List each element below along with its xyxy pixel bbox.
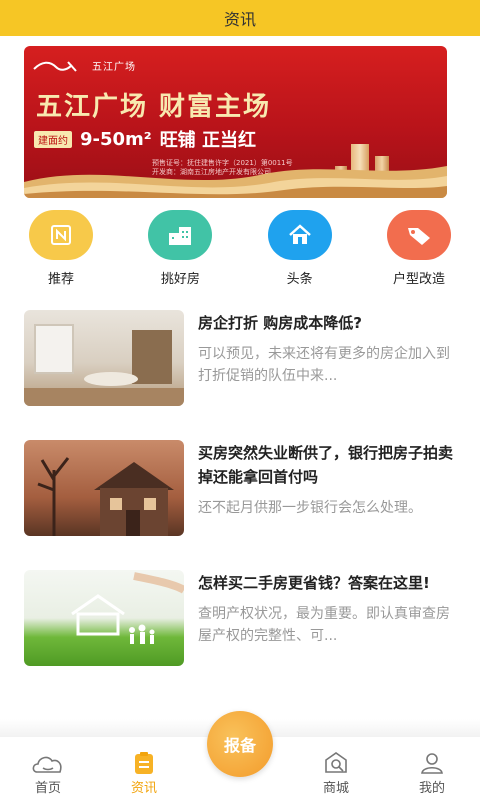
recommend-icon xyxy=(51,225,71,245)
brand-logo-icon xyxy=(33,60,77,72)
banner-brand-text: 五江广场 xyxy=(92,62,136,73)
banner-subline: 建面约 9-50m² 旺铺 正当红 xyxy=(34,126,256,152)
news-item[interactable]: 房企打折 购房成本降低? 可以预见，未来还将有更多的房企加入到打折促销的队伍中来… xyxy=(24,310,456,440)
category-layout-renovation-circle xyxy=(386,210,451,260)
news-item[interactable]: 买房突然失业断供了，银行把房子拍卖掉还能拿回首付吗 还不起月供那一步银行会怎么处… xyxy=(24,440,456,570)
house-illustration xyxy=(37,457,174,536)
news-summary: 还不起月供那一步银行会怎么处理。 xyxy=(198,500,422,516)
category-recommend-circle xyxy=(29,210,93,260)
house-building-icon xyxy=(169,227,192,245)
category-recommend-label: 推荐 xyxy=(47,272,74,287)
banner-headline: 五江广场 财富主场 xyxy=(36,92,272,122)
family-house-illustration xyxy=(71,572,184,644)
window-shape xyxy=(34,324,74,374)
header-bar: 资讯 xyxy=(0,0,480,36)
news-summary: 可以预见，未来还将有更多的房企加入到打折促销的队伍中来... xyxy=(198,346,450,384)
floor-shape xyxy=(24,388,184,406)
category-pick-house[interactable]: 挑好房 xyxy=(135,210,225,287)
bottom-nav: 首页 资讯 商城 我的 报备 xyxy=(0,711,480,800)
nav-mall[interactable]: 商城 xyxy=(296,751,376,796)
page-title: 资讯 xyxy=(223,10,256,29)
category-headlines-circle xyxy=(267,210,332,260)
news-title: 房企打折 购房成本降低? xyxy=(198,314,362,332)
news-content: 怎样买二手房更省钱？答案在这里! 查明产权状况，最为重要。即认真审查房屋产权的完… xyxy=(198,570,456,700)
news-thumbnail-interior xyxy=(24,310,184,406)
nav-mine[interactable]: 我的 xyxy=(392,751,472,796)
category-headlines[interactable]: 头条 xyxy=(255,210,345,287)
banner-ribbon-decoration xyxy=(24,166,447,198)
news-content: 买房突然失业断供了，银行把房子拍卖掉还能拿回首付吗 还不起月供那一步银行会怎么处… xyxy=(198,440,456,570)
shelf-shape xyxy=(132,330,172,384)
banner-area-label: 建面约 xyxy=(34,130,72,148)
news-summary: 查明产权状况，最为重要。即认真审查房屋产权的完整性、可... xyxy=(198,606,450,644)
report-button[interactable]: 报备 xyxy=(207,711,273,777)
nav-news-label: 资讯 xyxy=(130,781,157,796)
nav-mine-label: 我的 xyxy=(418,781,445,796)
nav-home-label: 首页 xyxy=(34,781,61,796)
nav-home[interactable]: 首页 xyxy=(8,753,88,796)
home-icon xyxy=(288,224,311,244)
news-title: 买房突然失业断供了，银行把房子拍卖掉还能拿回首付吗 xyxy=(198,444,454,486)
table-shape xyxy=(84,372,138,386)
category-layout-renovation-label: 户型改造 xyxy=(392,272,445,287)
user-icon xyxy=(421,753,443,774)
category-recommend[interactable]: 推荐 xyxy=(16,210,106,287)
news-clipboard-icon xyxy=(135,752,153,774)
nav-mall-label: 商城 xyxy=(322,781,349,796)
category-pick-house-circle xyxy=(148,210,213,260)
nav-news[interactable]: 资讯 xyxy=(104,751,184,796)
news-content: 房企打折 购房成本降低? 可以预见，未来还将有更多的房企加入到打折促销的队伍中来… xyxy=(198,310,456,440)
promo-banner[interactable]: 五江广场 五江广场 财富主场 建面约 9-50m² 旺铺 正当红 预售证号：抚住… xyxy=(24,46,447,198)
news-title: 怎样买二手房更省钱？答案在这里! xyxy=(198,574,430,592)
category-layout-renovation[interactable]: 户型改造 xyxy=(374,210,464,287)
category-row: 推荐 挑好房 头条 户型改造 xyxy=(0,210,480,287)
banner-slogan: 旺铺 正当红 xyxy=(159,130,256,151)
tag-icon xyxy=(407,228,430,245)
home-cloud-icon xyxy=(32,756,62,773)
banner-brand: 五江广场 xyxy=(32,58,136,73)
report-button-label: 报备 xyxy=(223,736,256,755)
news-thumbnail-family xyxy=(24,570,184,666)
banner-area: 9-50m² xyxy=(80,128,152,150)
mall-search-icon xyxy=(325,752,347,773)
news-list: 房企打折 购房成本降低? 可以预见，未来还将有更多的房企加入到打折促销的队伍中来… xyxy=(24,310,456,700)
news-thumbnail-house xyxy=(24,440,184,536)
screen: 资讯 五江广场 五江广场 财富主场 建面约 9-50m² 旺铺 正当红 预售证号… xyxy=(0,0,480,800)
category-pick-house-label: 挑好房 xyxy=(160,272,200,287)
category-headlines-label: 头条 xyxy=(286,272,313,287)
news-item[interactable]: 怎样买二手房更省钱？答案在这里! 查明产权状况，最为重要。即认真审查房屋产权的完… xyxy=(24,570,456,700)
